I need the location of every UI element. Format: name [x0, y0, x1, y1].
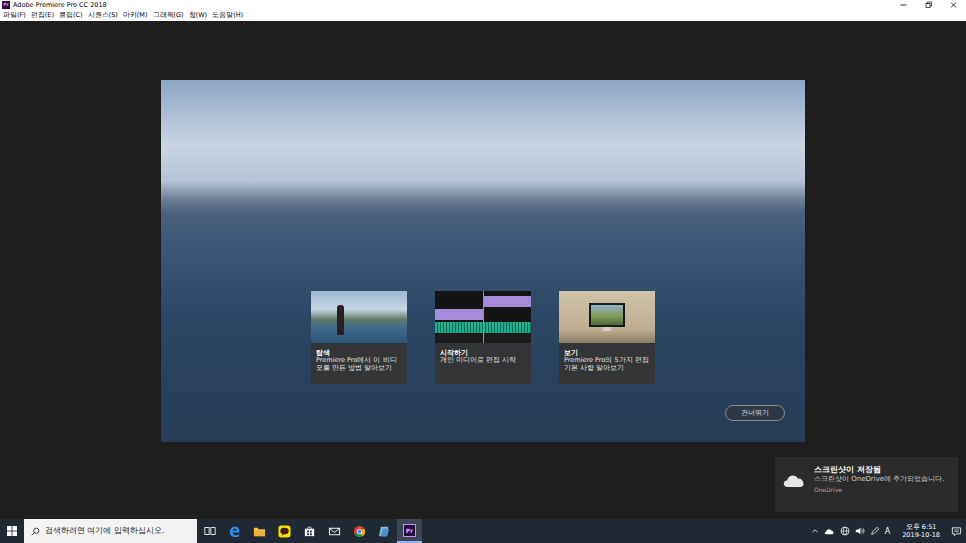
search-box[interactable]: 검색하려면 여기에 입력하십시오. — [24, 519, 197, 543]
menu-item[interactable]: 시퀀스(S) — [88, 12, 118, 19]
close-icon[interactable] — [941, 0, 966, 10]
explore-thumbnail — [311, 291, 407, 343]
premiere-icon: Pr — [403, 524, 416, 537]
welcome-background-photo: 탐색 Premiere Pro에서 이 비디오를 만든 방법 알아보기 시작하기… — [161, 80, 805, 442]
taskbar-spacer — [422, 519, 811, 543]
card-text: 시작하기 개인 미디어로 편집 시작 — [435, 343, 531, 384]
card-description: 개인 미디어로 편집 시작 — [440, 357, 526, 365]
taskbar-app[interactable] — [197, 519, 222, 543]
welcome-card[interactable]: 탐색 Premiere Pro에서 이 비디오를 만든 방법 알아보기 — [311, 291, 407, 384]
taskbar-app[interactable] — [272, 519, 297, 543]
onedrive-cloud-icon — [782, 471, 808, 488]
notification-source: OneDrive — [814, 486, 945, 494]
taskbar-app[interactable]: Pr — [397, 519, 422, 543]
workspace: 탐색 Premiere Pro에서 이 비디오를 만든 방법 알아보기 시작하기… — [0, 21, 966, 519]
onedrive-icon[interactable] — [824, 527, 835, 535]
app-icon — [378, 525, 391, 538]
skip-button[interactable]: 건너뛰기 — [725, 405, 785, 421]
network-icon[interactable] — [840, 526, 850, 536]
file-explorer-icon — [253, 525, 266, 538]
clock-date: 2019-10-18 — [902, 531, 940, 539]
window-title: Adobe Premiere Pro CC 2018 — [13, 2, 107, 9]
desktop-screen: Pr Adobe Premiere Pro CC 2018 파일(F) 편집(E)… — [0, 0, 966, 543]
menu-item[interactable]: 클립(C) — [59, 12, 83, 19]
mail-icon — [328, 525, 341, 538]
card-description: Premiere Pro의 5가지 편집 기본 사항 알아보기 — [564, 357, 650, 373]
menu-item[interactable]: 파일(F) — [3, 12, 26, 19]
taskbar-app[interactable] — [222, 519, 247, 543]
card-description: Premiere Pro에서 이 비디오를 만든 방법 알아보기 — [316, 357, 402, 373]
taskbar-app[interactable] — [347, 519, 372, 543]
store-icon — [303, 525, 316, 538]
window-controls — [891, 0, 966, 10]
kakaotalk-icon — [278, 525, 291, 538]
menu-bar: 파일(F) 편집(E) 클립(C) 시퀀스(S) 마커(M) 그래픽(G) 창(W) 도움말(… — [0, 10, 966, 21]
volume-icon[interactable] — [855, 526, 865, 536]
menu-item[interactable]: 도움말(H) — [212, 12, 243, 19]
monitor-icon — [589, 303, 625, 327]
pen-icon[interactable] — [870, 526, 880, 536]
restore-icon[interactable] — [916, 0, 941, 10]
timeline-thumbnail — [435, 291, 531, 343]
search-placeholder: 검색하려면 여기에 입력하십시오. — [45, 526, 164, 536]
card-text: 보기 Premiere Pro의 5가지 편집 기본 사항 알아보기 — [559, 343, 655, 384]
minimize-icon[interactable] — [891, 0, 916, 10]
card-title: 시작하기 — [440, 349, 526, 357]
windows-logo-icon — [7, 526, 17, 536]
taskbar-app[interactable] — [297, 519, 322, 543]
notification-text: 스크린샷이 OneDrive에 추가되었습니다. — [814, 475, 945, 484]
notification-title: 스크린샷이 저장됨 — [814, 465, 945, 475]
welcome-card[interactable]: 보기 Premiere Pro의 5가지 편집 기본 사항 알아보기 — [559, 291, 655, 384]
taskbar-app[interactable] — [247, 519, 272, 543]
welcome-card[interactable]: 시작하기 개인 미디어로 편집 시작 — [435, 291, 531, 384]
taskbar-app[interactable] — [322, 519, 347, 543]
task-view-icon — [204, 525, 216, 537]
playhead — [483, 291, 484, 343]
monitor-thumbnail — [559, 291, 655, 343]
chevron-up-icon[interactable] — [811, 527, 819, 535]
card-title: 보기 — [564, 349, 650, 357]
clock[interactable]: 오후 6:51 2019-10-18 — [896, 519, 946, 543]
premiere-app-icon: Pr — [2, 1, 10, 9]
taskbar: 검색하려면 여기에 입력하십시오. Pr A 오후 6:51 2019-10-1… — [0, 519, 966, 543]
search-icon — [31, 527, 40, 536]
start-button[interactable] — [0, 519, 24, 543]
person-figure — [337, 305, 344, 335]
title-bar: Pr Adobe Premiere Pro CC 2018 — [0, 0, 966, 10]
notification-icon — [951, 526, 962, 537]
menu-item[interactable]: 그래픽(G) — [153, 12, 184, 19]
edge-icon — [228, 525, 241, 538]
chrome-icon — [353, 525, 366, 538]
notification-content: 스크린샷이 저장됨 스크린샷이 OneDrive에 추가되었습니다. OneDr… — [814, 465, 945, 507]
monitor-stand — [603, 327, 611, 331]
taskbar-app[interactable] — [372, 519, 397, 543]
card-text: 탐색 Premiere Pro에서 이 비디오를 만든 방법 알아보기 — [311, 343, 407, 384]
input-indicator[interactable]: A — [885, 527, 890, 536]
menu-item[interactable]: 마커(M) — [123, 12, 148, 19]
skip-row: 건너뛰기 — [161, 405, 805, 421]
action-center-button[interactable] — [946, 519, 966, 543]
notification-toast[interactable]: 스크린샷이 저장됨 스크린샷이 OneDrive에 추가되었습니다. OneDr… — [775, 457, 958, 512]
welcome-cards: 탐색 Premiere Pro에서 이 비디오를 만든 방법 알아보기 시작하기… — [161, 291, 805, 384]
menu-item[interactable]: 창(W) — [189, 12, 208, 19]
card-title: 탐색 — [316, 349, 402, 357]
clock-time: 오후 6:51 — [906, 523, 937, 531]
menu-item[interactable]: 편집(E) — [31, 12, 54, 19]
system-tray: A — [811, 519, 896, 543]
